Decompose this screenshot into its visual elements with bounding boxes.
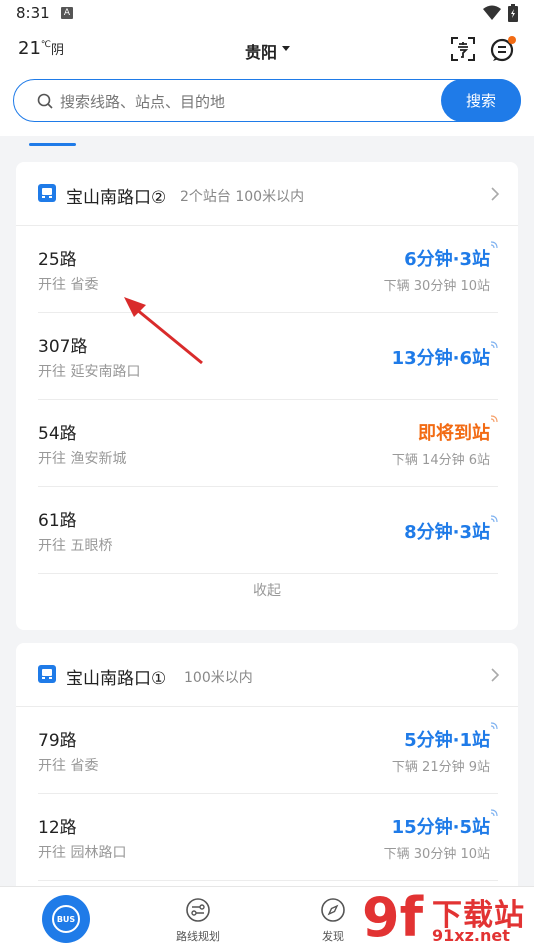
- search-bar[interactable]: 搜索线路、站点、目的地 搜索: [13, 79, 521, 122]
- route-number: 61路: [38, 511, 77, 531]
- route-direction: 开往 省委: [38, 758, 99, 774]
- stop-header[interactable]: 宝山南路口② 2个站台 100米以内: [16, 162, 518, 226]
- battery-icon: [508, 4, 518, 22]
- route-number: 54路: [38, 424, 77, 444]
- temperature-unit: ℃: [40, 40, 52, 50]
- route-number: 307路: [38, 337, 88, 357]
- realtime-signal-icon: [490, 341, 498, 349]
- city-selector[interactable]: 贵阳: [245, 39, 277, 63]
- route-number: 12路: [38, 818, 77, 838]
- route-row[interactable]: 54路 开往 渔安新城 即将到站 下辆 14分钟 6站: [38, 400, 498, 487]
- stop-name: 宝山南路口②: [66, 188, 167, 208]
- scan-icon[interactable]: [450, 36, 476, 62]
- status-time: 8:31: [16, 4, 50, 22]
- status-bar: 8:31 A: [0, 0, 534, 28]
- stop-card: 宝山南路口② 2个站台 100米以内 25路 开往 省委 6分钟·3站 下辆 3…: [16, 162, 518, 630]
- nav-route-plan[interactable]: 路线规划: [176, 897, 220, 944]
- route-eta: 5分钟·1站: [404, 730, 490, 751]
- route-eta: 8分钟·3站: [404, 522, 490, 543]
- chevron-down-icon[interactable]: [282, 46, 290, 51]
- weather-widget[interactable]: 21℃阴: [18, 38, 64, 59]
- route-plan-icon: [186, 898, 210, 922]
- route-eta: 15分钟·5站: [391, 817, 490, 838]
- search-input[interactable]: 搜索线路、站点、目的地: [60, 91, 225, 112]
- message-icon[interactable]: [489, 35, 517, 63]
- realtime-signal-icon: [490, 515, 498, 523]
- route-next-bus: 下辆 30分钟 10站: [383, 847, 490, 862]
- route-eta: 13分钟·6站: [391, 348, 490, 369]
- notification-icon: A: [61, 7, 73, 19]
- route-direction: 开往 渔安新城: [38, 451, 127, 467]
- bus-stop-icon: [38, 665, 56, 683]
- watermark-mark: 9f: [362, 886, 424, 949]
- nav-label: 路线规划: [176, 930, 220, 943]
- route-direction: 开往 省委: [38, 277, 99, 293]
- stop-info: 100米以内: [184, 670, 253, 686]
- route-row[interactable]: 25路 开往 省委 6分钟·3站 下辆 30分钟 10站: [38, 226, 498, 313]
- bus-stop-icon: [38, 184, 56, 202]
- route-eta: 6分钟·3站: [404, 249, 490, 270]
- weather-condition: 阴: [51, 43, 65, 58]
- route-next-bus: 下辆 21分钟 9站: [391, 760, 490, 775]
- nav-discover[interactable]: 发现: [320, 897, 346, 944]
- bus-icon: BUS: [52, 905, 80, 933]
- chevron-right-icon[interactable]: [490, 667, 500, 683]
- route-row[interactable]: 307路 开往 延安南路口 13分钟·6站: [38, 313, 498, 400]
- route-direction: 开往 五眼桥: [38, 538, 113, 554]
- stop-name: 宝山南路口①: [66, 669, 167, 689]
- watermark-logo: 9f 下载站 91xz.net: [362, 888, 534, 950]
- wifi-icon: [483, 5, 501, 20]
- collapse-button[interactable]: 收起: [16, 580, 518, 600]
- compass-icon: [321, 898, 345, 922]
- tab-indicator: [29, 143, 76, 146]
- route-eta-arriving: 即将到站: [418, 423, 490, 444]
- route-row[interactable]: 12路 开往 园林路口 15分钟·5站 下辆 30分钟 10站: [38, 794, 498, 881]
- route-next-bus: 下辆 14分钟 6站: [391, 453, 490, 468]
- annotation-arrow: [124, 297, 203, 365]
- realtime-signal-icon: [490, 809, 498, 817]
- realtime-signal-icon: [490, 415, 498, 423]
- route-direction: 开往 园林路口: [38, 845, 127, 861]
- nav-label: 发现: [322, 930, 344, 943]
- route-row[interactable]: 79路 开往 省委 5分钟·1站 下辆 21分钟 9站: [38, 707, 498, 794]
- watermark-url: 91xz.net: [432, 926, 510, 945]
- stop-info: 2个站台 100米以内: [180, 189, 305, 205]
- stop-header[interactable]: 宝山南路口① 100米以内: [16, 643, 518, 707]
- nav-home-button[interactable]: BUS: [42, 895, 90, 943]
- route-row[interactable]: 61路 开往 五眼桥 8分钟·3站: [38, 487, 498, 574]
- header: 21℃阴 贵阳: [0, 28, 534, 72]
- route-next-bus: 下辆 30分钟 10站: [383, 279, 490, 294]
- search-icon: [37, 93, 53, 109]
- realtime-signal-icon: [490, 722, 498, 730]
- search-button[interactable]: 搜索: [441, 79, 521, 122]
- stop-card: 宝山南路口① 100米以内 79路 开往 省委 5分钟·1站 下辆 21分钟 9…: [16, 643, 518, 903]
- chevron-right-icon[interactable]: [490, 186, 500, 202]
- route-number: 25路: [38, 250, 77, 270]
- route-number: 79路: [38, 731, 77, 751]
- temperature: 21: [18, 38, 41, 59]
- realtime-signal-icon: [490, 241, 498, 249]
